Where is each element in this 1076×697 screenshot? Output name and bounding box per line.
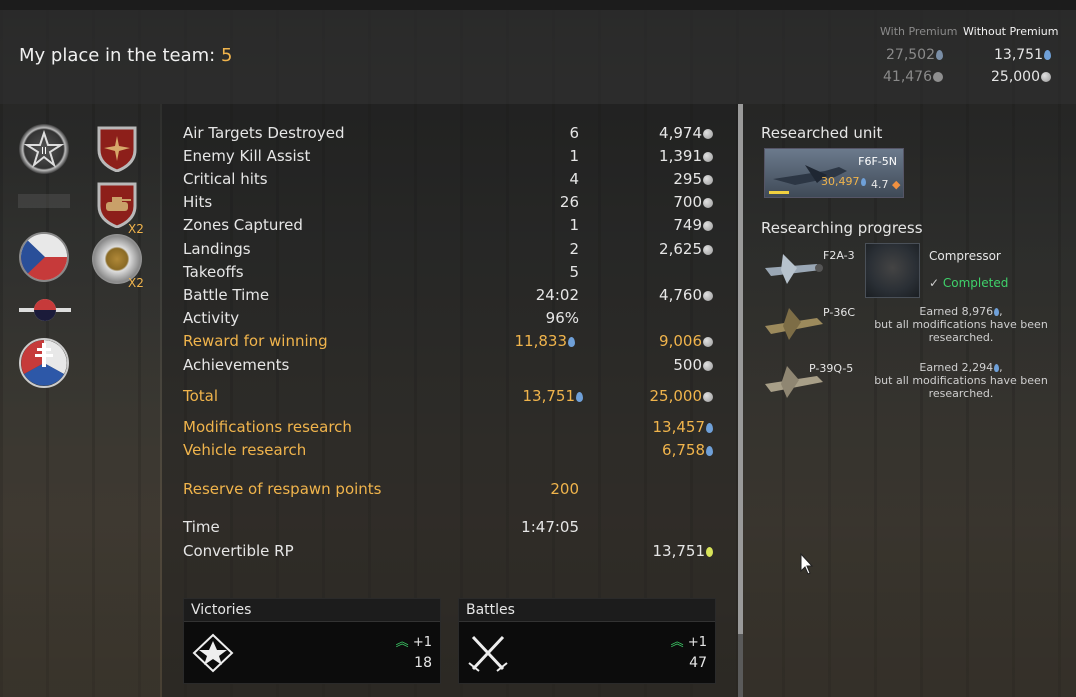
vehicle-rp: 6,758 xyxy=(183,440,713,460)
item-earned-text: Earned 2,294, but all modifications have … xyxy=(874,361,1048,400)
premium-sl-value: 41,476 xyxy=(853,69,943,85)
tank-shield-badge-icon[interactable] xyxy=(96,180,138,229)
premium-rp-value: 27,502 xyxy=(853,47,943,63)
faded-title-strip xyxy=(18,194,70,208)
battles-box: Battles ︽ +1 47 xyxy=(458,598,716,684)
stat-count: 5 xyxy=(569,263,579,281)
stat-sl: 749 xyxy=(183,215,713,235)
researched-unit-card[interactable]: F6F-5N 30,497 4.7 ◆ xyxy=(764,148,904,198)
nonpremium-sl-value: 25,000 xyxy=(961,69,1051,85)
rp-icon xyxy=(994,364,1000,372)
plane-shield-badge-icon[interactable] xyxy=(96,124,138,173)
researching-progress-title: Researching progress xyxy=(761,219,923,237)
p36c-plane-icon xyxy=(765,308,823,340)
korean-insignia-icon[interactable] xyxy=(19,298,71,322)
up-arrow-icon: ︽ xyxy=(670,635,684,650)
silver-lions-icon xyxy=(703,151,713,162)
silver-lions-icon xyxy=(703,336,713,347)
rp-icon xyxy=(1044,50,1051,60)
stat-sl: 4,974 xyxy=(183,123,713,143)
with-premium-label: With Premium xyxy=(880,25,958,38)
cross-of-lorraine-icon xyxy=(21,340,67,386)
battles-delta: ︽ +1 xyxy=(670,635,707,650)
silver-lions-icon xyxy=(703,290,713,301)
stat-sl: 9,006 xyxy=(183,331,713,351)
compressor-mod-icon[interactable] xyxy=(865,243,920,298)
unit-br: 4.7 ◆ xyxy=(871,178,901,191)
star-icon: II xyxy=(23,129,65,168)
without-premium-label: Without Premium xyxy=(963,25,1059,38)
victory-star-icon xyxy=(192,633,234,673)
silver-lions-icon xyxy=(703,128,713,139)
victories-title: Victories xyxy=(184,599,440,622)
battles-count: 47 xyxy=(689,655,707,671)
rp-icon xyxy=(860,178,866,186)
badge-multiplier-2: X2 xyxy=(128,276,144,290)
total-sl: 25,000 xyxy=(183,386,713,406)
place-value: 5 xyxy=(220,45,233,66)
time-value: 1:47:05 xyxy=(521,518,579,536)
victories-box: Victories ︽ +1 18 xyxy=(183,598,441,684)
stat-sl: 2,625 xyxy=(183,239,713,259)
rp-icon xyxy=(994,308,1000,316)
item-plane-name: P-36C xyxy=(823,306,856,319)
victories-count: 18 xyxy=(414,655,432,671)
stat-sl: 1,391 xyxy=(183,146,713,166)
rp-icon xyxy=(936,50,943,60)
item-earned-text: Earned 8,976, but all modifications have … xyxy=(874,305,1048,344)
place-label: My place in the team: xyxy=(19,45,216,66)
up-arrow-icon: ︽ xyxy=(395,635,409,650)
item-plane-name: F2A-3 xyxy=(823,249,855,262)
convertible-value: 13,751 xyxy=(183,541,713,561)
convertible-rp-icon xyxy=(706,546,713,557)
researched-unit-title: Researched unit xyxy=(761,124,883,142)
badge-multiplier-1: X2 xyxy=(128,222,144,236)
unit-rp: 30,497 xyxy=(821,175,866,188)
lorraine-cross-roundel-icon[interactable] xyxy=(19,338,69,388)
checkmark-icon: ✓ xyxy=(929,276,940,290)
header-bar: My place in the team: 5 With Premium Wit… xyxy=(0,0,1076,104)
f2a-plane-icon xyxy=(765,254,823,284)
stat-sl: 500 xyxy=(183,355,713,375)
rp-icon xyxy=(706,422,713,433)
czech-roundel-icon[interactable] xyxy=(19,232,69,282)
rank-star-medal-icon[interactable]: II xyxy=(19,124,69,174)
stat-sl: 4,760 xyxy=(183,285,713,305)
rp-icon xyxy=(706,445,713,456)
stat-count: 96% xyxy=(545,309,579,327)
silver-lions-icon xyxy=(933,72,943,82)
item-plane-name: P-39Q-5 xyxy=(809,362,854,375)
battles-title: Battles xyxy=(459,599,715,622)
reserve-value: 200 xyxy=(550,480,579,498)
research-progress-bar xyxy=(769,191,789,194)
stat-sl: 295 xyxy=(183,169,713,189)
mouse-cursor-icon xyxy=(800,553,814,575)
mod-name: Compressor xyxy=(929,249,1001,263)
czech-flag-icon xyxy=(21,234,67,280)
silver-lions-icon xyxy=(703,391,713,402)
nonpremium-rp-value: 13,751 xyxy=(961,47,1051,63)
svg-text:II: II xyxy=(41,146,47,157)
crossed-swords-icon xyxy=(468,635,508,672)
victories-delta: ︽ +1 xyxy=(395,635,432,650)
modifications-rp: 13,457 xyxy=(183,417,713,437)
unit-name: F6F-5N xyxy=(858,155,897,168)
silver-lions-icon xyxy=(703,220,713,231)
silver-lions-icon xyxy=(1041,72,1051,82)
silver-lions-icon xyxy=(703,360,713,371)
team-place: My place in the team: 5 xyxy=(19,45,232,66)
silver-lions-icon xyxy=(703,174,713,185)
diamond-icon: ◆ xyxy=(892,178,901,191)
silver-lions-icon xyxy=(703,244,713,255)
stat-sl: 700 xyxy=(183,192,713,212)
silver-lions-icon xyxy=(703,197,713,208)
mod-status: ✓ Completed xyxy=(929,276,1009,290)
